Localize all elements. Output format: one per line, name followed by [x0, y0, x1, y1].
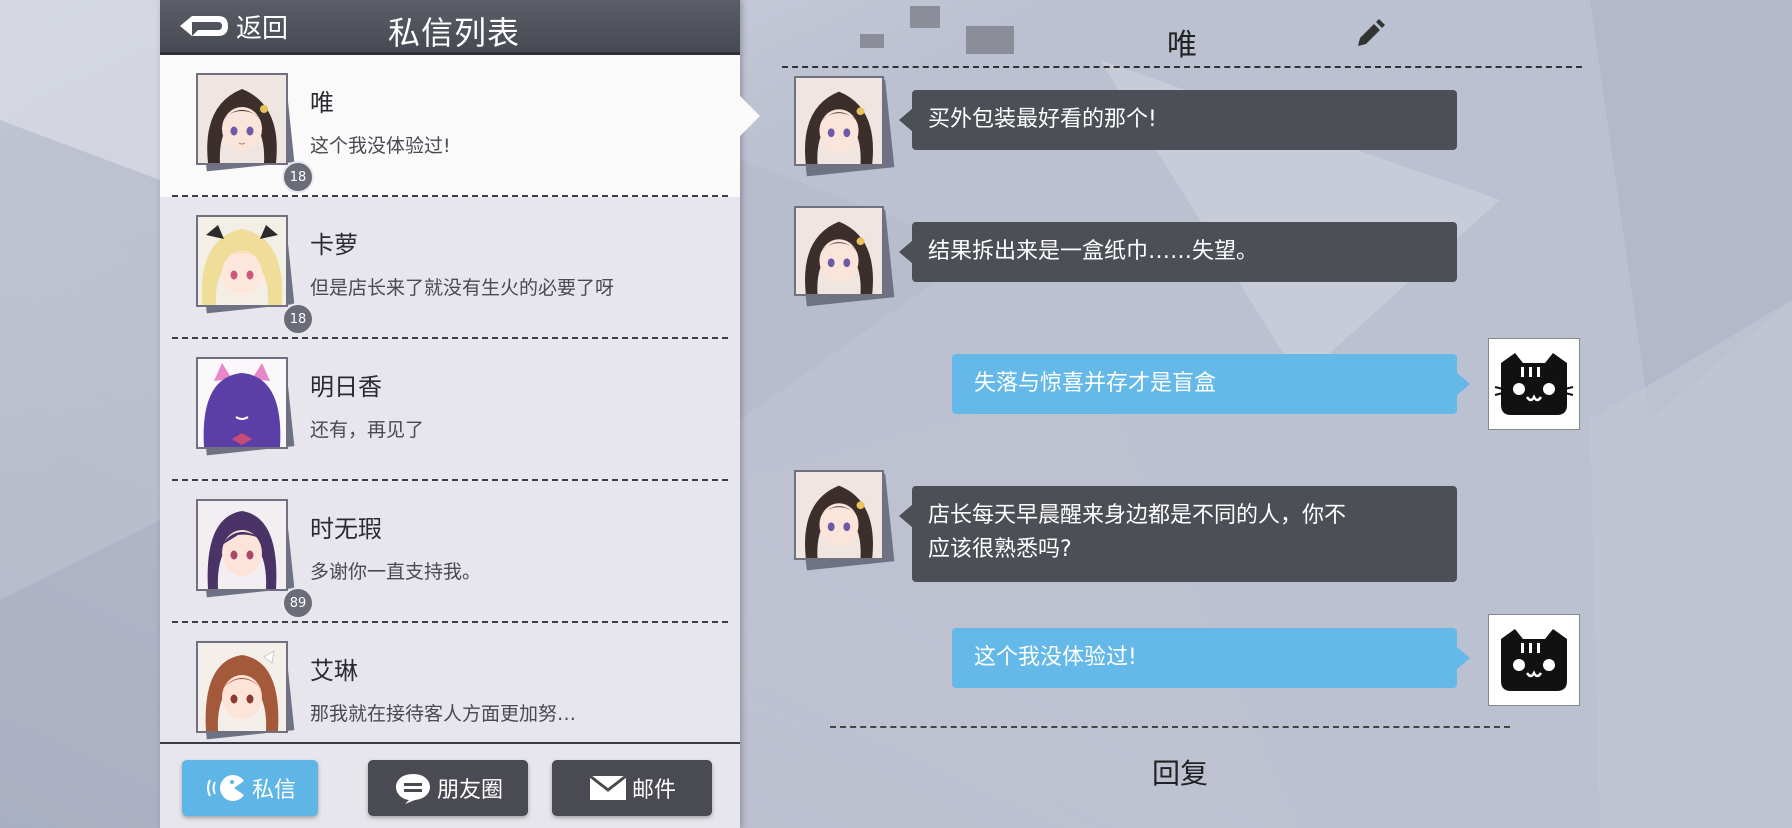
- self-avatar: [1488, 614, 1580, 706]
- chat-header: 唯: [782, 0, 1582, 68]
- active-contact-pointer: [740, 96, 760, 136]
- contact-preview: 那我就在接待客人方面更加努…: [310, 703, 577, 725]
- contact-item-karo[interactable]: 18 卡萝 但是店长来了就没有生火的必要了呀: [160, 197, 740, 339]
- girl-dark-hair-portrait: [796, 78, 882, 164]
- level-badge: 18: [282, 303, 314, 335]
- contact-preview: 这个我没体验过!: [310, 135, 451, 157]
- girl-purple-cat-ears-portrait: [198, 359, 286, 447]
- girl-dark-hair-portrait: [198, 75, 286, 163]
- contact-name: 明日香: [310, 373, 382, 401]
- chat-title: 唯: [1167, 28, 1197, 63]
- contact-name: 唯: [310, 89, 334, 117]
- avatar: [196, 215, 288, 307]
- black-cat-icon: [1494, 353, 1574, 415]
- contact-avatar-frame: 18: [196, 73, 314, 193]
- contact-name: 艾琳: [310, 657, 358, 685]
- girl-dark-hair-portrait: [796, 208, 882, 294]
- avatar: [196, 641, 288, 733]
- chat-header-divider: [782, 66, 1582, 68]
- level-badge: 18: [282, 161, 314, 193]
- tab-private-message[interactable]: 私信: [182, 760, 318, 816]
- contact-item-asuka[interactable]: 明日香 还有，再见了: [160, 339, 740, 481]
- contact-item-shiwuxia[interactable]: 89 时无瑕 多谢你一直支持我。: [160, 481, 740, 623]
- message-text-line: 应该很熟悉吗?: [928, 537, 1072, 562]
- level-badge: 89: [282, 587, 314, 619]
- tab-label: 朋友圈: [436, 778, 503, 803]
- page-title: 私信列表: [388, 14, 521, 52]
- contact-name: 时无瑕: [310, 515, 382, 543]
- back-button[interactable]: 返回: [178, 8, 288, 44]
- message-avatar-frame: [794, 470, 895, 571]
- avatar: [794, 76, 884, 166]
- contact-avatar-frame: [196, 641, 295, 740]
- back-label: 返回: [236, 13, 289, 44]
- bottom-tab-bar: 私信 朋友圈 邮件: [160, 742, 740, 828]
- contact-preview: 多谢你一直支持我。: [310, 561, 482, 583]
- contact-name: 卡萝: [310, 231, 358, 259]
- contact-avatar-frame: 18: [196, 215, 314, 335]
- girl-brown-hair-portrait: [198, 643, 286, 731]
- message-bubble-outgoing: 这个我没体验过!: [952, 628, 1470, 688]
- self-avatar: [1488, 338, 1580, 430]
- message-avatar-frame: [794, 76, 895, 177]
- contact-panel-header: 返回 私信列表: [160, 0, 740, 55]
- reply-button[interactable]: 回复: [1100, 752, 1260, 796]
- contact-item-erin[interactable]: 艾琳 那我就在接待客人方面更加努…: [160, 623, 740, 742]
- avatar: [794, 206, 884, 296]
- contact-preview: 还有，再见了: [310, 419, 425, 441]
- girl-long-purple-hair-portrait: [198, 501, 286, 589]
- speech-bubble-icon: [395, 774, 430, 804]
- chat-footer-divider: [830, 726, 1510, 728]
- avatar: [196, 499, 288, 591]
- message-bubble-incoming: 买外包装最好看的那个!: [899, 90, 1457, 150]
- contact-item-wei[interactable]: 18 唯 这个我没体验过!: [160, 55, 740, 197]
- message-text-line: 店长每天早晨醒来身边都是不同的人，你不: [928, 503, 1347, 528]
- message-bubble-outgoing: 失落与惊喜并存才是盲盒: [952, 354, 1470, 414]
- contact-list: 18 唯 这个我没体验过! 18 卡萝 但是店长来了就没有生火的必要了呀 明日香…: [160, 55, 740, 742]
- tab-moments[interactable]: 朋友圈: [368, 760, 528, 816]
- girl-dark-hair-portrait: [796, 472, 882, 558]
- contact-avatar-frame: 89: [196, 499, 314, 619]
- tab-label: 私信: [251, 778, 296, 803]
- mail-icon: [589, 774, 627, 800]
- message-bubble-incoming: 结果拆出来是一盒纸巾……失望。: [899, 222, 1457, 282]
- girl-blonde-portrait: [198, 217, 286, 305]
- black-cat-icon: [1501, 629, 1567, 691]
- contact-preview: 但是店长来了就没有生火的必要了呀: [310, 277, 615, 299]
- contact-avatar-frame: [196, 357, 295, 456]
- back-arrow-icon: [180, 16, 228, 36]
- pacman-chat-icon: [206, 775, 244, 801]
- tab-mail[interactable]: 邮件: [552, 760, 712, 816]
- avatar: [196, 73, 288, 165]
- message-avatar-frame: [794, 206, 895, 307]
- tab-label: 邮件: [631, 778, 676, 803]
- message-bubble-incoming: 店长每天早晨醒来身边都是不同的人，你不 应该很熟悉吗?: [899, 486, 1457, 582]
- avatar: [196, 357, 288, 449]
- contact-panel: 返回 私信列表 18 唯 这个我没体验过! 18 卡萝 但是店长来了就没有生火的…: [160, 0, 740, 828]
- avatar: [794, 470, 884, 560]
- pencil-icon[interactable]: [1354, 18, 1386, 50]
